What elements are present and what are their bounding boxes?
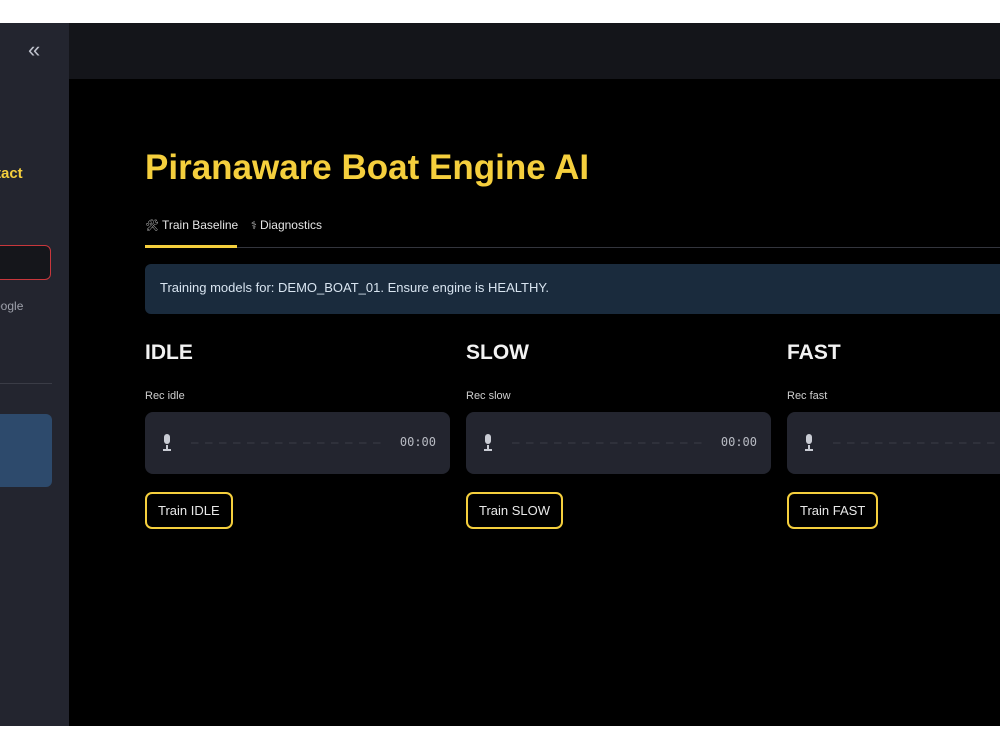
waveform — [512, 442, 702, 444]
column-slow: SLOW Rec slow 00:00 Train SLOW — [466, 341, 771, 529]
sidebar-divider — [0, 383, 52, 384]
collapse-sidebar-icon[interactable]: « — [28, 39, 48, 61]
info-alert: Training models for: DEMO_BOAT_01. Ensur… — [145, 264, 1000, 314]
audio-recorder: 00:00 — [466, 412, 771, 474]
recorder-label: Rec slow — [466, 390, 511, 402]
audio-recorder: 00:00 — [145, 412, 450, 474]
tab-label: Diagnostics — [259, 218, 322, 232]
sidebar-link[interactable]: oogle — [0, 299, 23, 313]
waveform — [191, 442, 381, 444]
recording-timer: 00:00 — [399, 435, 436, 449]
info-message: Training models for: DEMO_BOAT_01. Ensur… — [160, 280, 549, 295]
tab-label: Train Baseline — [161, 218, 239, 232]
sidebar-info-card — [0, 414, 52, 487]
sidebar-input[interactable] — [0, 245, 51, 280]
microphone-icon[interactable] — [161, 434, 173, 452]
train-fast-button[interactable]: Train FAST — [787, 492, 879, 529]
app-window: « tact oogle Piranaware Boat Engine AI 🛠… — [0, 23, 1000, 726]
main-content: Piranaware Boat Engine AI 🛠 Train Baselin… — [69, 79, 1000, 726]
tools-icon: 🛠 — [145, 220, 159, 232]
train-slow-button[interactable]: Train SLOW — [466, 492, 564, 529]
column-fast: FAST Rec fast Train FAST — [787, 341, 1000, 529]
tab-bar: 🛠 Train Baseline ⚕ Diagnostics — [145, 216, 1000, 248]
microphone-icon[interactable] — [803, 434, 815, 452]
column-idle: IDLE Rec idle 00:00 Train IDLE — [145, 341, 450, 529]
tab-diagnostics[interactable]: ⚕ Diagnostics — [251, 216, 322, 247]
waveform — [833, 442, 1000, 444]
column-heading: SLOW — [466, 341, 529, 364]
audio-recorder — [787, 412, 1000, 474]
sidebar: « tact oogle — [0, 23, 69, 726]
tab-train-baseline[interactable]: 🛠 Train Baseline — [145, 216, 239, 248]
column-heading: FAST — [787, 341, 841, 364]
page-title: Piranaware Boat Engine AI — [145, 148, 590, 187]
train-idle-button[interactable]: Train IDLE — [145, 492, 233, 529]
top-header — [69, 23, 1000, 79]
recording-timer: 00:00 — [720, 435, 757, 449]
diagnostics-icon: ⚕ — [251, 220, 257, 232]
microphone-icon[interactable] — [482, 434, 494, 452]
recorder-label: Rec idle — [145, 390, 185, 402]
recorder-label: Rec fast — [787, 390, 828, 402]
sidebar-title: tact — [0, 165, 23, 182]
column-heading: IDLE — [145, 341, 193, 364]
